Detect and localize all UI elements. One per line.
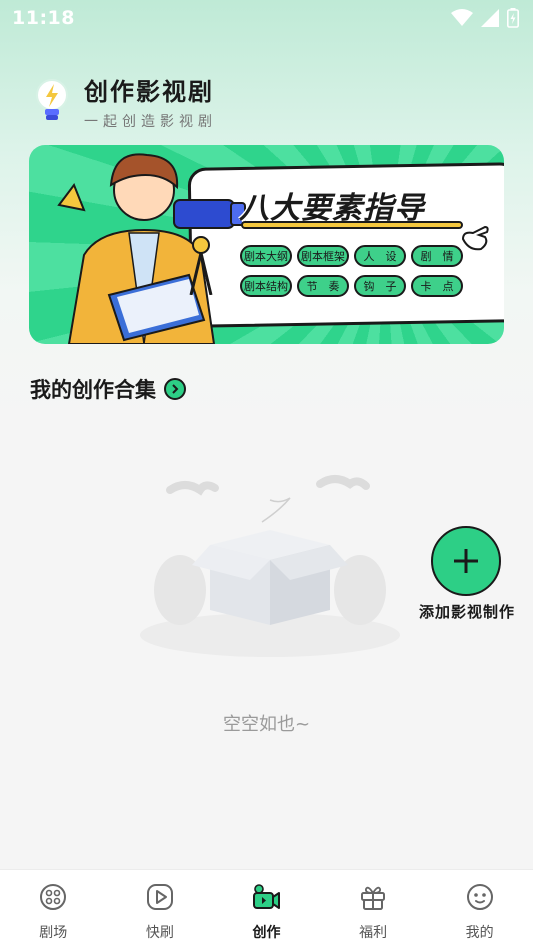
tab-quick-browse[interactable]: 快刷	[107, 870, 213, 947]
status-bar: 11:18	[0, 0, 533, 36]
theater-icon	[40, 884, 67, 910]
page-header: 创作影视剧 一起创造影视剧	[30, 72, 217, 131]
gift-icon	[361, 886, 386, 910]
status-icons	[451, 8, 519, 28]
tab-label: 我的	[465, 925, 494, 941]
chevron-right-icon[interactable]	[164, 378, 186, 400]
pointing-hand-icon	[461, 225, 489, 251]
tab-label: 福利	[359, 925, 388, 941]
battery-icon	[507, 8, 519, 28]
tab-label: 快刷	[145, 925, 174, 941]
play-icon	[146, 884, 173, 910]
lightbulb-icon	[36, 78, 68, 120]
empty-box-illustration	[140, 475, 400, 657]
add-production-label[interactable]: 添加影视制作	[412, 601, 522, 622]
chip-framework: 剧本框架	[297, 245, 349, 267]
empty-state-text: 空空如也~	[222, 714, 311, 735]
tab-create[interactable]: 创作	[213, 870, 319, 947]
status-time: 11:18	[12, 7, 75, 29]
wifi-icon	[451, 9, 473, 26]
tab-welfare[interactable]: 福利	[320, 870, 426, 947]
page-title: 创作影视剧	[84, 78, 214, 106]
chip-cliffhanger: 卡 点	[411, 275, 463, 297]
face-icon	[466, 884, 493, 910]
section-title: 我的创作合集	[30, 378, 156, 402]
promo-banner[interactable]: 八大要素指导 剧本大纲 剧本框架 人 设 剧 情 剧本结构 节 奏 钩 子 卡 …	[29, 145, 504, 344]
chip-outline: 剧本大纲	[240, 245, 292, 267]
tab-theater[interactable]: 剧场	[0, 870, 106, 947]
tab-label: 剧场	[39, 925, 68, 941]
bottom-tab-bar: 剧场 快刷 创作 福利 我的	[0, 869, 533, 947]
chip-character: 人 设	[354, 245, 406, 267]
page-subtitle: 一起创造影视剧	[84, 114, 217, 130]
chip-structure: 剧本结构	[240, 275, 292, 297]
headline-underline	[241, 221, 463, 229]
tab-mine[interactable]: 我的	[427, 870, 533, 947]
chip-rhythm: 节 奏	[297, 275, 349, 297]
tab-label: 创作	[252, 925, 281, 941]
add-production-button[interactable]	[431, 526, 501, 596]
collection-section-header[interactable]: 我的创作合集	[30, 374, 186, 404]
chip-hook: 钩 子	[354, 275, 406, 297]
chip-plot: 剧 情	[411, 245, 463, 267]
plus-icon	[454, 549, 478, 573]
signal-icon	[481, 9, 499, 27]
camera-icon	[253, 884, 281, 909]
